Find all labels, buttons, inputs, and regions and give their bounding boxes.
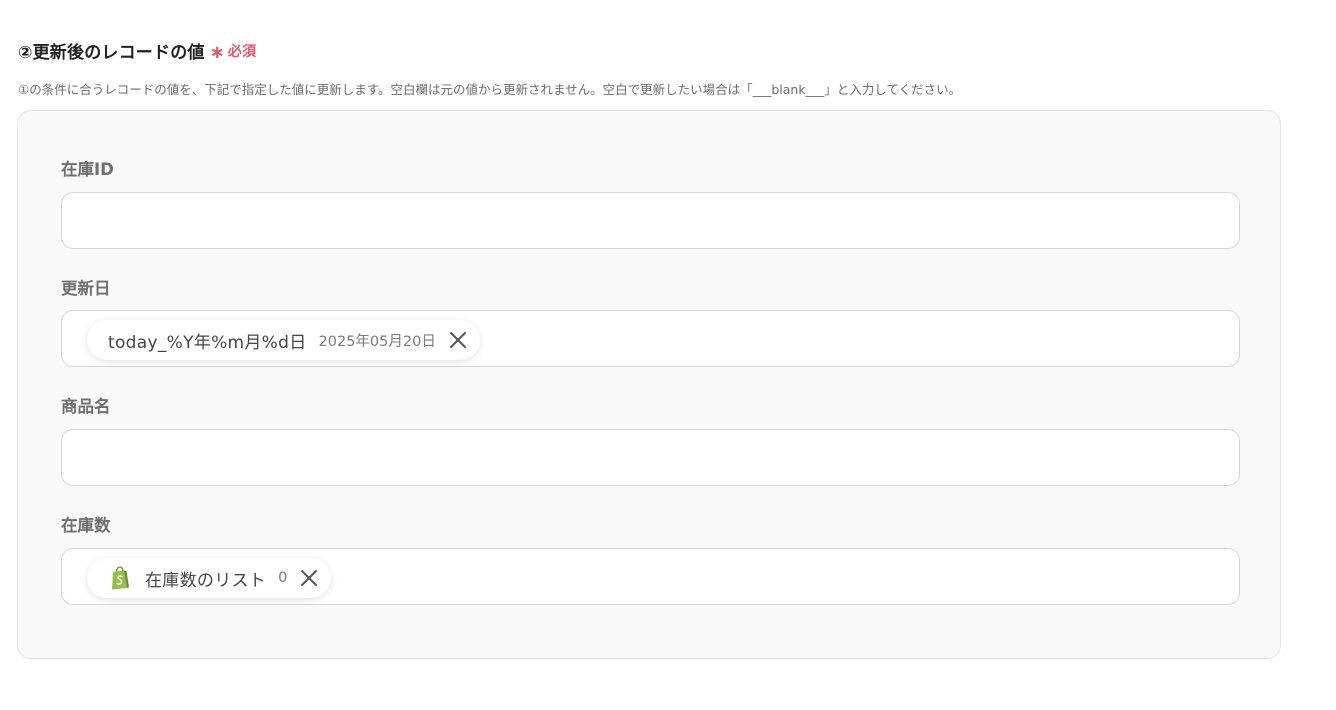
chip-value: 2025年05月20日 bbox=[318, 333, 436, 350]
chip-value: 0 bbox=[278, 570, 288, 586]
field-label-stock-id: 在庫ID bbox=[61, 160, 114, 179]
field-label-product-name: 商品名 bbox=[61, 397, 111, 416]
required-asterisk-icon: ∗ bbox=[209, 42, 225, 63]
product-name-input[interactable] bbox=[61, 429, 1240, 486]
section-title-text: ②更新後のレコードの値 bbox=[18, 43, 205, 63]
field-label-updated-date: 更新日 bbox=[61, 279, 111, 298]
field-label-stock-count: 在庫数 bbox=[61, 516, 111, 535]
stock-id-input[interactable] bbox=[61, 192, 1240, 249]
close-icon[interactable] bbox=[446, 328, 470, 352]
chip-label: 在庫数のリスト bbox=[145, 570, 267, 591]
required-label: 必須 bbox=[227, 43, 257, 60]
fields-panel: 在庫ID 更新日 today_%Y年%m月%d日 2025年05月20日 商品名… bbox=[17, 110, 1281, 659]
chip-label: today_%Y年%m月%d日 bbox=[108, 332, 307, 353]
updated-date-input[interactable]: today_%Y年%m月%d日 2025年05月20日 bbox=[61, 310, 1240, 367]
stock-count-input[interactable]: 在庫数のリスト 0 bbox=[61, 548, 1240, 605]
section-description: ①の条件に合うレコードの値を、下記で指定した値に更新します。空白欄は元の値から更… bbox=[18, 82, 962, 97]
variable-chip-stock-list[interactable]: 在庫数のリスト 0 bbox=[87, 558, 332, 598]
section-title: ②更新後のレコードの値 ∗ 必須 bbox=[18, 38, 256, 63]
close-icon[interactable] bbox=[297, 566, 321, 590]
required-badge: ∗ 必須 bbox=[209, 40, 257, 63]
shopify-icon bbox=[109, 566, 131, 590]
variable-chip-date[interactable]: today_%Y年%m月%d日 2025年05月20日 bbox=[87, 320, 480, 360]
